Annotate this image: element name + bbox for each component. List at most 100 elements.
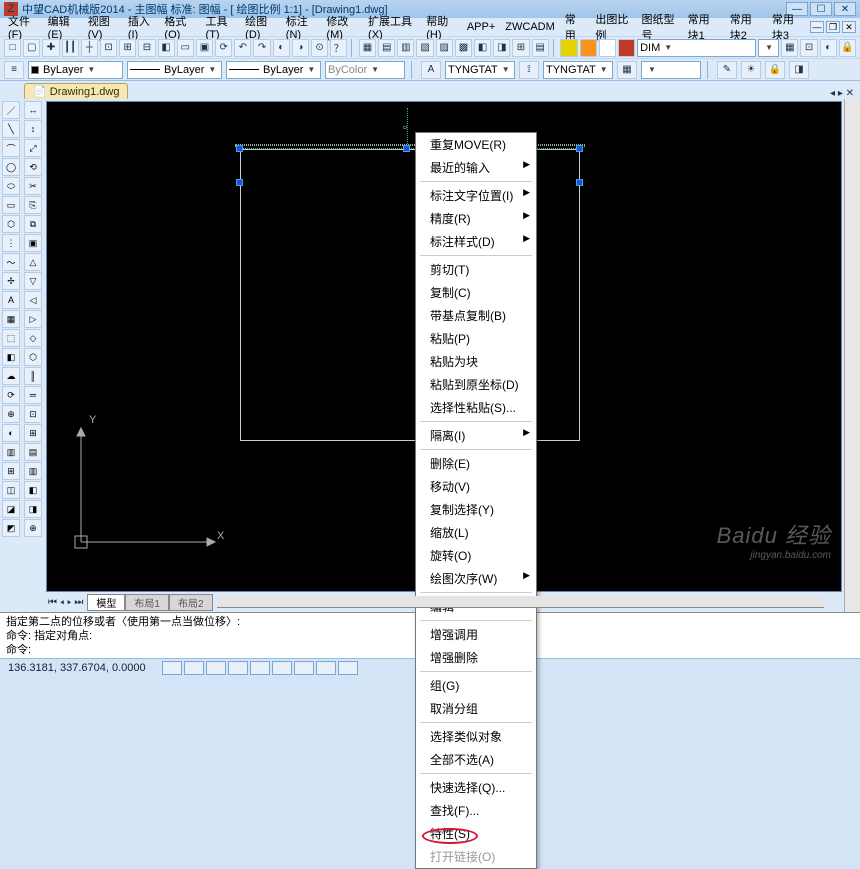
menu-draw[interactable]: 绘图(D) xyxy=(241,13,280,41)
context-menu-item[interactable]: 选择性粘贴(S)... xyxy=(416,396,536,419)
context-menu-item[interactable]: 最近的输入▶ xyxy=(416,156,536,179)
tool-button[interactable]: ▣ xyxy=(24,234,42,252)
tool-button[interactable]: ⎘ xyxy=(24,196,42,214)
menu-file[interactable]: 文件(F) xyxy=(4,13,42,41)
tool-button[interactable]: ▭ xyxy=(2,196,20,214)
toolbar-button[interactable]: ▨ xyxy=(436,39,453,57)
context-menu-item[interactable]: 绘图次序(W)▶ xyxy=(416,567,536,590)
context-menu-item[interactable]: 旋转(O) xyxy=(416,544,536,567)
tab-nav-icon[interactable]: ⏮ ◂ ▸ ⏭ xyxy=(48,597,87,608)
linetype-combo[interactable]: ByLayer▼ xyxy=(127,61,222,79)
tool-button[interactable]: ⧉ xyxy=(24,215,42,233)
tool-button[interactable]: ▥ xyxy=(24,462,42,480)
doc-minimize-button[interactable]: — xyxy=(810,21,824,33)
tool-button[interactable]: ▤ xyxy=(24,443,42,461)
tool-button[interactable]: ◇ xyxy=(24,329,42,347)
context-menu-item[interactable]: 删除(E) xyxy=(416,452,536,475)
tool-button[interactable]: ▷ xyxy=(24,310,42,328)
toolbar-button[interactable]: ▥ xyxy=(397,39,414,57)
lineweight-combo[interactable]: ByLayer▼ xyxy=(226,61,321,79)
tab-layout2[interactable]: 布局2 xyxy=(169,594,213,611)
context-menu-item[interactable]: 复制选择(Y) xyxy=(416,498,536,521)
context-menu-item[interactable]: 重复MOVE(R) xyxy=(416,133,536,156)
toolbar-button[interactable]: ◨ xyxy=(493,39,510,57)
tool-button[interactable]: ╲ xyxy=(2,120,20,138)
tool-button[interactable]: ⟲ xyxy=(24,158,42,176)
toolbar-button[interactable]: ◑ xyxy=(292,39,309,57)
tool-button[interactable]: ▽ xyxy=(24,272,42,290)
tool-button[interactable]: ◯ xyxy=(2,158,20,176)
toolbar-button[interactable]: ◧ xyxy=(158,39,175,57)
tool-button[interactable]: △ xyxy=(24,253,42,271)
toolbar-button[interactable]: ▧ xyxy=(416,39,433,57)
tool-button[interactable]: ═ xyxy=(24,386,42,404)
aux-combo[interactable]: ▼ xyxy=(758,39,779,57)
context-menu-item[interactable]: 增强删除 xyxy=(416,646,536,669)
document-tab[interactable]: 📄 Drawing1.dwg xyxy=(24,83,128,99)
context-menu-item[interactable]: 粘贴(P) xyxy=(416,327,536,350)
dimstyle-combo[interactable]: TYNGTAT▼ xyxy=(543,61,613,79)
tool-button[interactable]: ⊡ xyxy=(24,405,42,423)
tool-button[interactable]: ～ xyxy=(2,253,20,271)
model-toggle[interactable] xyxy=(316,661,336,675)
color-combo[interactable]: ByLayer▼ xyxy=(28,61,123,79)
close-button[interactable]: ✕ xyxy=(834,2,856,16)
tool-button[interactable]: ║ xyxy=(24,367,42,385)
tool-button[interactable]: ◨ xyxy=(24,500,42,518)
context-menu-item[interactable]: 移动(V) xyxy=(416,475,536,498)
lwt-toggle[interactable] xyxy=(294,661,314,675)
tool-button[interactable]: ⬡ xyxy=(2,215,20,233)
plotstyle-combo[interactable]: ByColor▼ xyxy=(325,61,405,79)
menu-app[interactable]: APP+ xyxy=(463,21,499,33)
toolbar-button[interactable]: 🔒 xyxy=(839,39,856,57)
tool-button[interactable]: ◧ xyxy=(24,481,42,499)
context-menu-item[interactable]: 粘贴到原坐标(D) xyxy=(416,373,536,396)
toolbar-button[interactable]: ⊡ xyxy=(800,39,817,57)
tool-button[interactable]: ⌒ xyxy=(2,139,20,157)
tool-button[interactable]: ↕ xyxy=(24,120,42,138)
context-menu-item[interactable]: 缩放(L) xyxy=(416,521,536,544)
toolbar-button[interactable]: ↶ xyxy=(234,39,251,57)
layer-props-icon[interactable]: ✎ xyxy=(717,61,737,79)
tool-button[interactable]: ⊞ xyxy=(2,462,20,480)
snap-toggle[interactable] xyxy=(162,661,182,675)
context-menu-item[interactable]: 取消分组 xyxy=(416,697,536,720)
tool-button[interactable]: ↔ xyxy=(24,101,42,119)
tool-button[interactable]: ⋮ xyxy=(2,234,20,252)
menu-help[interactable]: 帮助(H) xyxy=(422,13,461,41)
menu-format[interactable]: 格式(O) xyxy=(160,13,199,41)
toolbar-button[interactable]: ◧ xyxy=(474,39,491,57)
menu-view[interactable]: 视图(V) xyxy=(84,13,122,41)
context-menu-item[interactable]: 复制(C) xyxy=(416,281,536,304)
drawing-canvas[interactable]: ▫ X Y Baidu 经验 jingyan.baidu.com 重复MOVE(… xyxy=(46,101,842,592)
toolbar-button[interactable]: ✚ xyxy=(42,39,59,57)
toolbar-button[interactable]: ▢ xyxy=(23,39,40,57)
dim-combo[interactable]: DIM▼ xyxy=(637,39,756,57)
context-menu-item[interactable]: 全部不选(A) xyxy=(416,748,536,771)
color-swatch-icon[interactable] xyxy=(618,39,635,57)
toolbar-button[interactable]: ⊞ xyxy=(119,39,136,57)
tool-button[interactable]: ◐ xyxy=(2,424,20,442)
color-swatch-icon[interactable] xyxy=(599,39,616,57)
toolbar-button[interactable]: ⊟ xyxy=(138,39,155,57)
layer-icon[interactable]: ≡ xyxy=(4,61,24,79)
toolbar-button[interactable]: ▦ xyxy=(781,39,798,57)
tool-button[interactable]: ✢ xyxy=(2,272,20,290)
toolbar-button[interactable]: ┼ xyxy=(81,39,98,57)
tool-button[interactable]: ◁ xyxy=(24,291,42,309)
tool-button[interactable]: ◪ xyxy=(2,500,20,518)
toolbar-button[interactable]: ？ xyxy=(330,39,347,57)
grip[interactable] xyxy=(236,145,243,152)
table-combo[interactable]: ▼ xyxy=(641,61,701,79)
tool-button[interactable]: ◧ xyxy=(2,348,20,366)
toolbar-button[interactable]: ⊞ xyxy=(512,39,529,57)
color-swatch-icon[interactable] xyxy=(580,39,597,57)
context-menu-item[interactable]: 隔离(I)▶ xyxy=(416,424,536,447)
menu-dim[interactable]: 标注(N) xyxy=(282,13,321,41)
doc-restore-button[interactable]: ❐ xyxy=(826,21,840,33)
context-menu-item[interactable]: 快速选择(Q)... xyxy=(416,776,536,799)
tool-button[interactable]: ☁ xyxy=(2,367,20,385)
menu-tools[interactable]: 工具(T) xyxy=(202,13,240,41)
toolbar-button[interactable]: ⊡ xyxy=(100,39,117,57)
polar-toggle[interactable] xyxy=(228,661,248,675)
